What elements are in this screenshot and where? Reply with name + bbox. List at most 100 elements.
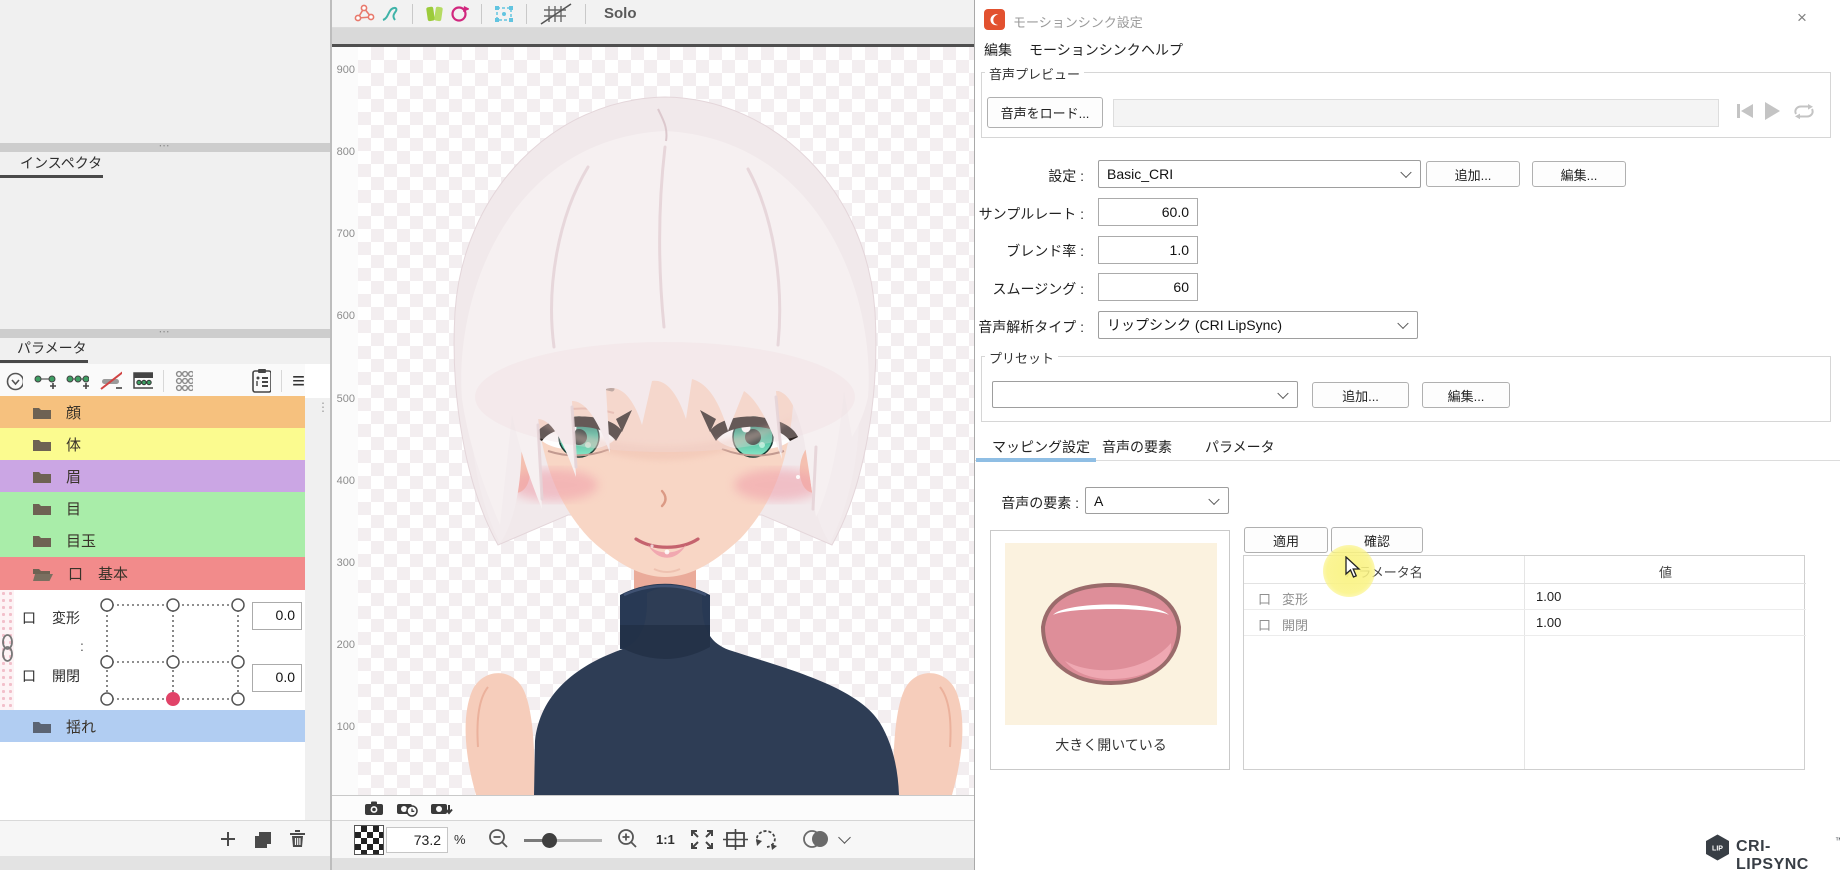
param-value-field-1[interactable]: 0.0 <box>252 602 302 630</box>
blend-ratio-field[interactable]: 1.0 <box>1098 236 1198 264</box>
rotate-view-icon[interactable] <box>753 829 779 850</box>
group-label: 体 <box>66 434 81 455</box>
group-row-body[interactable]: 体 <box>0 428 305 460</box>
dots-grid-icon[interactable] <box>174 370 193 392</box>
bottom-strip <box>332 858 974 870</box>
close-icon[interactable]: × <box>1797 8 1807 28</box>
sample-rate-label: サンプルレート : <box>975 204 1084 224</box>
row-prefix: 口 <box>1258 589 1271 608</box>
zoom-in-icon[interactable] <box>617 828 639 850</box>
panel-splitter[interactable]: ⋯ <box>0 143 330 152</box>
remove-keyform-icon[interactable] <box>99 370 122 392</box>
add-keyframe-2-icon[interactable] <box>33 371 56 391</box>
mouth-preview-card: 大きく開いている <box>990 530 1230 770</box>
smoothing-label: スムージング : <box>975 279 1084 299</box>
menu-icon[interactable]: ≡ <box>292 371 305 391</box>
setting-edit-button[interactable]: 編集... <box>1532 161 1626 187</box>
group-row-eye[interactable]: 目 <box>0 492 305 524</box>
tab-parameters[interactable]: パラメータ <box>1205 437 1275 457</box>
fit-view-icon[interactable] <box>689 828 715 851</box>
group-row-brow[interactable]: 眉 <box>0 460 305 492</box>
model-canvas[interactable] <box>358 47 974 795</box>
group-label: 目 <box>66 498 81 519</box>
table-row[interactable]: 口 開閉 1.00 <box>1244 610 1806 636</box>
smoothing-field[interactable]: 60 <box>1098 273 1198 301</box>
preset-select[interactable] <box>992 381 1298 408</box>
chain-link-icon[interactable] <box>1 634 14 662</box>
group-row-eyeball[interactable]: 目玉 <box>0 524 305 557</box>
skip-start-icon[interactable] <box>1735 102 1755 120</box>
camera-history-icon[interactable] <box>396 800 418 817</box>
frame-bounds-icon[interactable] <box>723 829 748 850</box>
setting-select[interactable]: Basic_CRI <box>1098 160 1421 188</box>
menu-motionsync[interactable]: モーションシンク <box>1029 40 1141 60</box>
apply-button[interactable]: 適用 <box>1244 527 1328 553</box>
group-row-sway[interactable]: 揺れ <box>0 710 305 742</box>
blend-mode-icon[interactable] <box>801 829 831 850</box>
loop-icon[interactable] <box>1792 104 1816 119</box>
bounding-box-icon[interactable] <box>494 5 514 23</box>
drag-dots-icon[interactable]: ⋮ <box>317 404 329 410</box>
chevron-down-icon <box>1277 387 1288 398</box>
camera-icon[interactable] <box>364 800 384 816</box>
keyform-editor-icon[interactable] <box>132 371 153 391</box>
path-edit-icon[interactable] <box>380 4 400 24</box>
column-header-name[interactable]: パラメータ名 <box>1244 562 1524 581</box>
tab-audio-elements[interactable]: 音声の要素 <box>1102 437 1172 457</box>
analysis-type-select[interactable]: リップシンク (CRI LipSync) <box>1098 311 1418 339</box>
panel-splitter-2[interactable]: ⋯ <box>0 329 330 338</box>
clipboard-icon[interactable] <box>250 368 271 394</box>
param-colon: : <box>80 638 84 654</box>
param-2d-grid[interactable] <box>100 596 246 706</box>
tab-parameter[interactable]: パラメータ <box>17 338 87 358</box>
rotate-deformer-icon[interactable] <box>449 4 469 24</box>
param-value-field-2[interactable]: 0.0 <box>252 664 302 692</box>
add-keyframe-3-icon[interactable] <box>66 371 89 391</box>
grid-off-icon[interactable] <box>539 3 573 25</box>
column-header-value[interactable]: 値 <box>1525 562 1806 581</box>
camera-export-icon[interactable] <box>430 800 454 817</box>
setting-add-button[interactable]: 追加... <box>1426 161 1520 187</box>
audio-element-select[interactable]: A <box>1085 487 1229 514</box>
ruler-tick: 400 <box>333 475 355 487</box>
waveform-field[interactable] <box>1113 99 1719 127</box>
tab-baseline <box>975 460 1840 461</box>
zoom-slider-knob[interactable] <box>542 833 557 848</box>
chevron-down-icon[interactable] <box>838 831 851 844</box>
menu-help[interactable]: ヘルプ <box>1141 40 1183 60</box>
bottom-strip <box>0 856 330 870</box>
active-keypoint <box>166 692 180 706</box>
solo-label[interactable]: Solo <box>604 5 637 22</box>
zoom-out-icon[interactable] <box>488 828 510 850</box>
collapse-all-icon[interactable] <box>6 372 23 391</box>
application-window: ⋯ インスペクタ ⋯ パラメータ ≡ 顔 体 <box>0 0 1840 870</box>
add-parameter-icon[interactable] <box>219 830 237 848</box>
mesh-edit-icon[interactable] <box>352 4 376 24</box>
timeline-band[interactable] <box>332 28 974 45</box>
duplicate-icon[interactable] <box>253 830 273 848</box>
dialog-title: モーションシンク設定 <box>1013 12 1143 31</box>
actual-size-button[interactable]: 1:1 <box>656 832 675 847</box>
snapshot-toolbar <box>332 795 974 820</box>
folder-icon <box>32 501 52 516</box>
tab-mapping-settings[interactable]: マッピング設定 <box>992 437 1090 457</box>
logo-badge-text: LIP <box>1712 846 1723 853</box>
zoom-level-field[interactable]: 73.2 <box>386 827 448 853</box>
menu-edit[interactable]: 編集 <box>984 40 1012 60</box>
canvas-area: Solo 900 800 700 600 500 400 300 200 100… <box>330 0 974 870</box>
zoom-slider[interactable] <box>524 839 602 842</box>
group-row-mouth-basic[interactable]: 口 基本 <box>0 557 305 590</box>
sample-rate-field[interactable]: 60.0 <box>1098 198 1198 226</box>
top-empty-pane <box>0 0 330 143</box>
deformer-icon[interactable] <box>425 4 445 24</box>
tab-inspector[interactable]: インスペクタ <box>20 153 102 173</box>
load-audio-button[interactable]: 音声をロード... <box>987 97 1103 128</box>
preset-edit-button[interactable]: 編集... <box>1422 382 1510 408</box>
play-icon[interactable] <box>1763 101 1781 121</box>
background-swatch[interactable] <box>354 825 384 855</box>
folder-icon <box>32 719 52 734</box>
group-row-face[interactable]: 顔 <box>0 396 305 428</box>
preset-add-button[interactable]: 追加... <box>1312 382 1409 408</box>
scroll-gutter[interactable]: ⋮ <box>305 398 330 822</box>
trash-icon[interactable] <box>289 829 306 848</box>
